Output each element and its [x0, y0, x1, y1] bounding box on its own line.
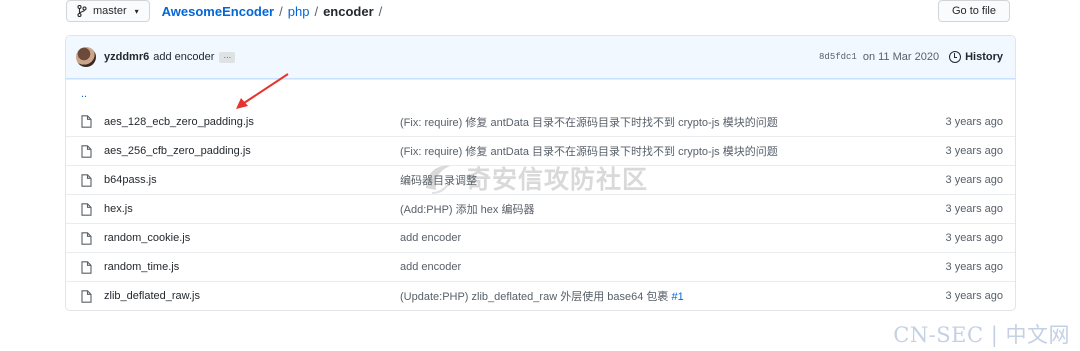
file-name-link[interactable]: aes_256_cfb_zero_padding.js: [104, 145, 400, 157]
commit-sha-link[interactable]: 8d5fdc1: [819, 52, 857, 62]
branch-label: master: [93, 5, 127, 17]
history-clock-icon: [949, 51, 962, 63]
commit-expand-button[interactable]: …: [219, 51, 236, 63]
file-commit-message[interactable]: (Update:PHP) zlib_deflated_raw 外层使用 base…: [400, 288, 946, 304]
avatar[interactable]: [76, 47, 96, 67]
file-icon: [81, 115, 92, 128]
file-age: 3 years ago: [945, 232, 1003, 244]
file-row[interactable]: aes_256_cfb_zero_padding.js (Fix: require…: [66, 136, 1015, 165]
breadcrumb-separator: /: [279, 3, 283, 19]
pull-request-link[interactable]: #1: [671, 291, 683, 303]
file-age: 3 years ago: [945, 203, 1003, 215]
git-branch-icon: [77, 5, 87, 17]
file-row[interactable]: hex.js (Add:PHP) 添加 hex 编码器 3 years ago: [66, 194, 1015, 223]
file-icon: [81, 202, 92, 216]
file-icon: [81, 260, 92, 274]
file-commit-message-text: (Fix: require) 修复 antData 目录不在源码目录下时找不到 …: [400, 146, 778, 158]
branch-selector-button[interactable]: master ▾: [66, 0, 150, 22]
file-age: 3 years ago: [945, 145, 1003, 157]
file-name-link[interactable]: random_time.js: [104, 261, 400, 273]
commit-message-link[interactable]: add encoder: [153, 51, 214, 63]
file-row[interactable]: b64pass.js 编码器目录调整 3 years ago: [66, 165, 1015, 194]
file-commit-message[interactable]: (Fix: require) 修复 antData 目录不在源码目录下时找不到 …: [400, 143, 946, 159]
file-icon: [81, 289, 92, 303]
file-age: 3 years ago: [945, 261, 1003, 273]
file-age: 3 years ago: [945, 115, 1003, 128]
file-commit-message[interactable]: add encoder: [400, 232, 946, 244]
commit-meta: 8d5fdc1 on 11 Mar 2020 History: [819, 51, 1003, 63]
file-icon: [81, 144, 92, 158]
file-name-link[interactable]: zlib_deflated_raw.js: [104, 290, 400, 302]
file-name-link[interactable]: random_cookie.js: [104, 232, 400, 244]
file-listing: yzddmr6 add encoder … 8d5fdc1 on 11 Mar …: [65, 35, 1016, 311]
breadcrumb-folder-link[interactable]: php: [288, 4, 310, 19]
breadcrumb-repo-link[interactable]: AwesomeEncoder: [162, 4, 274, 19]
file-commit-message-text: (Update:PHP) zlib_deflated_raw 外层使用 base…: [400, 291, 669, 303]
file-icon: [81, 231, 92, 245]
file-row[interactable]: random_time.js add encoder 3 years ago: [66, 252, 1015, 281]
file-commit-message[interactable]: 编码器目录调整: [400, 172, 946, 188]
commit-date: on 11 Mar 2020: [862, 51, 940, 63]
breadcrumb-separator: /: [314, 3, 319, 19]
breadcrumb-current: encoder: [323, 3, 374, 19]
file-row[interactable]: random_cookie.js add encoder 3 years ago: [66, 223, 1015, 252]
file-row[interactable]: aes_128_ecb_zero_padding.js (Fix: require…: [66, 107, 1015, 136]
file-icon: [81, 173, 92, 187]
file-commit-message-text: (Add:PHP) 添加 hex 编码器: [400, 204, 535, 216]
file-row[interactable]: zlib_deflated_raw.js (Update:PHP) zlib_de…: [66, 281, 1015, 310]
file-commit-message[interactable]: (Fix: require) 修复 antData 目录不在源码目录下时找不到 …: [400, 114, 946, 130]
chevron-down-icon: ▾: [134, 6, 139, 16]
file-age: 3 years ago: [945, 290, 1003, 302]
breadcrumb-separator: /: [378, 3, 383, 19]
parent-directory-link[interactable]: ..: [81, 88, 87, 100]
file-commit-message[interactable]: (Add:PHP) 添加 hex 编码器: [400, 201, 946, 217]
file-name-link[interactable]: b64pass.js: [104, 174, 400, 186]
file-commit-message-text: add encoder: [400, 261, 462, 273]
file-age: 3 years ago: [945, 174, 1003, 186]
history-link[interactable]: History: [949, 51, 1003, 63]
file-commit-message[interactable]: add encoder: [400, 261, 946, 273]
repo-header-bar: master ▾ AwesomeEncoder / php / encoder …: [66, 0, 1010, 22]
commit-author-link[interactable]: yzddmr6: [104, 51, 149, 63]
file-name-link[interactable]: hex.js: [104, 203, 400, 215]
breadcrumb: AwesomeEncoder / php / encoder /: [162, 4, 383, 19]
file-name-link[interactable]: aes_128_ecb_zero_padding.js: [104, 116, 400, 128]
latest-commit-bar: yzddmr6 add encoder … 8d5fdc1 on 11 Mar …: [66, 36, 1015, 79]
parent-directory-row[interactable]: ..: [66, 79, 1015, 107]
go-to-file-button[interactable]: Go to file: [937, 0, 1010, 22]
file-commit-message-text: 编码器目录调整: [400, 175, 477, 187]
history-label: History: [965, 51, 1003, 63]
footer-watermark: CN-SEC | 中文网: [893, 323, 1070, 347]
file-commit-message-text: add encoder: [400, 232, 462, 244]
file-commit-message-text: (Fix: require) 修复 antData 目录不在源码目录下时找不到 …: [400, 116, 778, 129]
